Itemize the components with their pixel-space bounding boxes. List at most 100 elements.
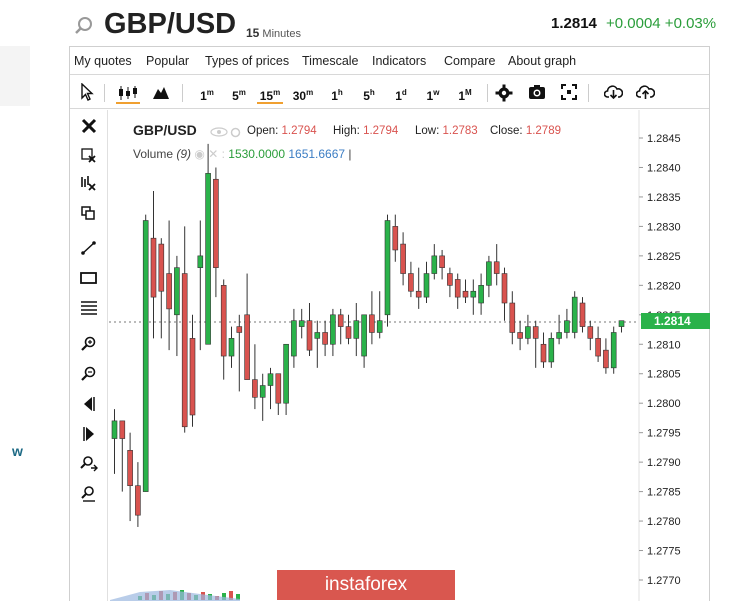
candle-body [166, 273, 172, 310]
candle-body [181, 273, 188, 428]
candle-body [252, 379, 258, 398]
candle[interactable] [400, 232, 406, 286]
candle[interactable] [213, 167, 219, 298]
candle[interactable] [478, 273, 484, 315]
candle[interactable] [392, 214, 399, 262]
candle[interactable] [540, 332, 547, 368]
candle-body [595, 338, 601, 357]
candle-body [501, 273, 508, 304]
candle[interactable] [150, 191, 157, 339]
candle[interactable] [447, 267, 453, 298]
candle[interactable] [158, 238, 165, 339]
candle[interactable] [376, 291, 383, 339]
y-tick-label: 1.2840 [647, 162, 681, 174]
candle[interactable] [275, 373, 282, 415]
candle[interactable] [415, 267, 422, 309]
last-price-tag: 1.2814 [641, 313, 710, 329]
candle[interactable] [127, 432, 133, 522]
candle[interactable] [174, 255, 180, 357]
candle[interactable] [462, 279, 469, 304]
candle[interactable] [501, 267, 508, 321]
candle[interactable] [283, 343, 289, 415]
candle[interactable] [119, 420, 126, 492]
candle-body [244, 314, 250, 380]
candle-body [408, 273, 414, 292]
y-tick-label: 1.2775 [647, 546, 681, 558]
candle[interactable] [111, 409, 118, 474]
candle[interactable] [330, 308, 336, 357]
candle[interactable] [345, 314, 352, 345]
candle[interactable] [486, 255, 492, 298]
candle-body [322, 332, 328, 345]
candle[interactable] [181, 226, 188, 433]
candle[interactable] [236, 314, 243, 392]
close-value: 1.2789 [525, 125, 561, 137]
candle[interactable] [337, 308, 344, 345]
candle-body [392, 226, 399, 251]
candle[interactable] [135, 462, 141, 527]
settings-icon[interactable] [230, 127, 241, 138]
volume-value-1: 1530.0000 [228, 147, 285, 161]
candle[interactable] [517, 320, 523, 351]
candle[interactable] [306, 303, 313, 357]
candle-body [618, 320, 625, 327]
candle[interactable] [454, 273, 461, 309]
candle[interactable] [532, 320, 539, 368]
legend-close: Close: 1.2789 [490, 125, 561, 137]
candle[interactable] [603, 338, 609, 374]
candle-body [158, 243, 165, 292]
candle-body [275, 373, 282, 404]
candle-body [345, 326, 352, 339]
candle[interactable] [314, 320, 321, 368]
candle[interactable] [259, 373, 266, 421]
candle[interactable] [384, 214, 391, 327]
candle-body [579, 302, 586, 327]
candle[interactable] [423, 261, 430, 304]
low-label: Low: [415, 125, 440, 137]
candle[interactable] [197, 220, 204, 351]
candle[interactable] [470, 279, 477, 315]
candle[interactable] [298, 308, 305, 339]
candle[interactable] [618, 320, 625, 333]
candle[interactable] [556, 314, 562, 345]
candle[interactable] [291, 308, 297, 368]
candle[interactable] [220, 279, 227, 380]
candle[interactable] [361, 314, 367, 368]
candle[interactable] [353, 303, 360, 357]
volume-period: (9) [176, 147, 192, 161]
candle[interactable] [509, 291, 516, 345]
y-tick-label: 1.2810 [647, 339, 681, 351]
candle[interactable] [142, 214, 149, 492]
candle-body [556, 332, 562, 339]
candle[interactable] [431, 244, 438, 280]
candle[interactable] [166, 220, 172, 351]
candle-body [213, 178, 219, 268]
volume-controls-icon[interactable]: ◉ ✕ : [194, 147, 225, 161]
candle[interactable] [587, 320, 594, 351]
candle[interactable] [267, 367, 274, 410]
eye-icon[interactable] [210, 127, 228, 137]
candle[interactable] [548, 332, 555, 368]
y-tick-label: 1.2835 [647, 192, 681, 204]
candle[interactable] [525, 314, 531, 345]
candle-body [135, 485, 141, 516]
candle[interactable] [189, 314, 196, 427]
candle[interactable] [244, 273, 250, 380]
candle[interactable] [322, 320, 328, 357]
candle[interactable] [205, 143, 211, 345]
candle[interactable] [571, 291, 578, 339]
candle[interactable] [610, 326, 617, 374]
candle[interactable] [439, 249, 445, 280]
candle-body [415, 290, 422, 298]
candle[interactable] [493, 244, 500, 286]
candle[interactable] [579, 297, 586, 333]
volume-value-2: 1651.6667 [288, 147, 346, 161]
candle[interactable] [252, 344, 258, 410]
candle[interactable] [228, 326, 235, 368]
candle-body [142, 220, 149, 492]
candle[interactable] [595, 326, 601, 362]
candle[interactable] [408, 261, 414, 298]
candle[interactable] [564, 308, 570, 339]
price-chart[interactable]: 1.2845 1.2840 1.2835 1.2830 1.2825 1.2820 1.28… [0, 0, 731, 601]
candle[interactable] [369, 291, 375, 345]
